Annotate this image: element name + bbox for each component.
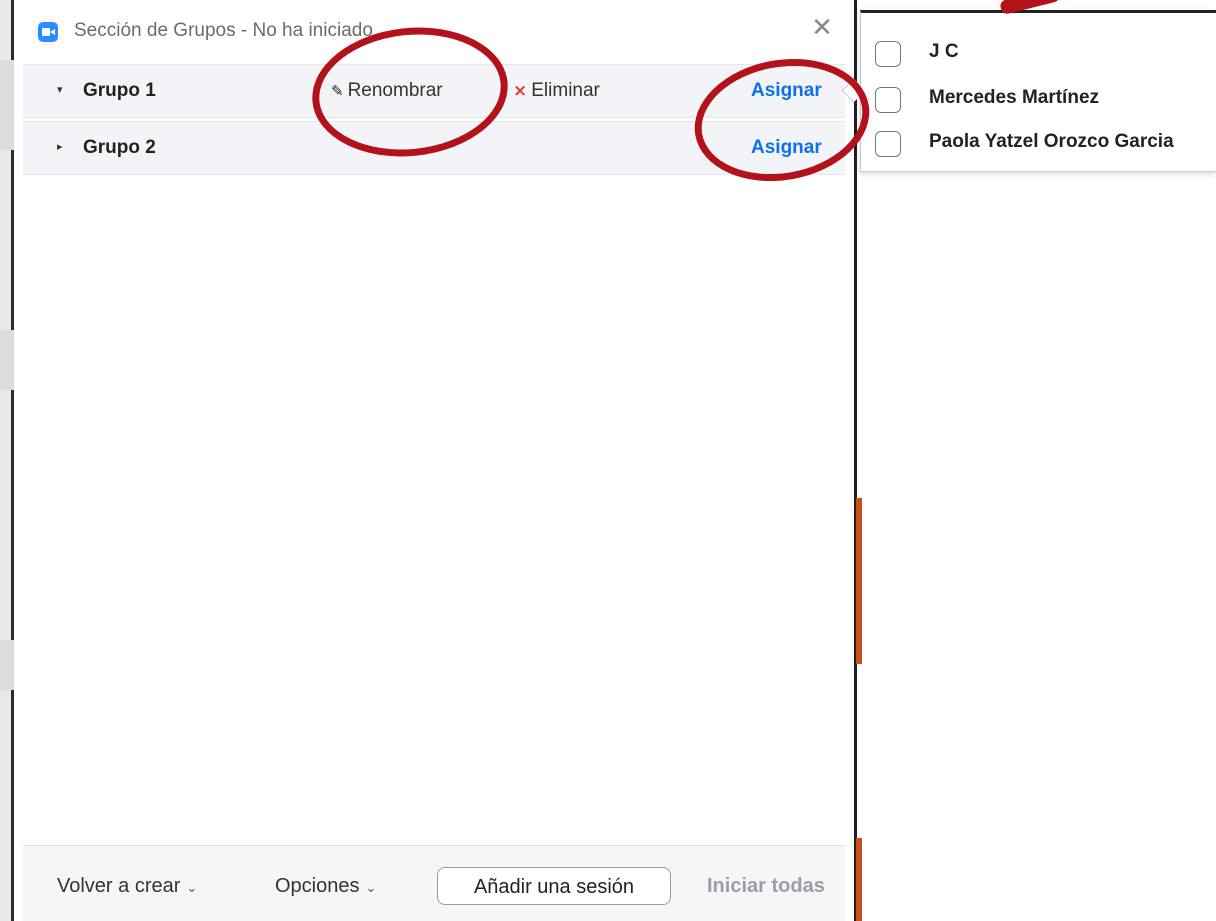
chevron-down-icon: ⌄: [186, 881, 198, 896]
close-icon: ✕: [811, 13, 833, 43]
group-name: Grupo 1: [83, 80, 156, 101]
participant-checkbox[interactable]: [875, 87, 901, 113]
options-label: Opciones: [275, 875, 360, 897]
background-shape: [0, 60, 14, 150]
zoom-app-icon: [38, 22, 58, 42]
participant-name: Mercedes Martínez: [929, 87, 1100, 108]
delete-label: Eliminar: [531, 80, 600, 101]
participant-name: Paola Yatzel Orozco Garcia: [929, 131, 1174, 152]
participant-name: J C: [929, 41, 959, 62]
assign-participants-popup: J C Mercedes Martínez Paola Yatzel Orozc…: [860, 10, 1216, 172]
bottom-toolbar: Volver a crear ⌄ Opciones ⌄ Añadir una ses…: [23, 845, 845, 921]
participant-checkbox[interactable]: [875, 41, 901, 67]
background-shape: [0, 330, 14, 390]
options-dropdown[interactable]: Opciones ⌄: [275, 875, 376, 898]
close-button[interactable]: ✕: [808, 14, 836, 42]
window-title: Sección de Grupos - No ha iniciado: [74, 20, 373, 41]
delete-icon: ×: [513, 81, 528, 101]
background-window-edge: [0, 0, 14, 921]
recreate-label: Volver a crear: [57, 875, 181, 897]
group-name: Grupo 2: [83, 137, 156, 158]
chevron-down-icon: ⌄: [365, 881, 377, 896]
caret-down-icon[interactable]: ▾: [57, 83, 63, 96]
delete-button[interactable]: × Eliminar: [513, 80, 600, 102]
background-accent-bar: [856, 498, 862, 664]
background-shape: [0, 640, 14, 690]
caret-right-icon[interactable]: ▸: [57, 140, 63, 153]
participant-checkbox[interactable]: [875, 131, 901, 157]
recreate-dropdown[interactable]: Volver a crear ⌄: [57, 875, 197, 898]
start-all-button[interactable]: Iniciar todas: [707, 875, 825, 898]
background-accent-bar: [856, 838, 862, 921]
add-session-button[interactable]: Añadir una sesión: [437, 867, 671, 905]
